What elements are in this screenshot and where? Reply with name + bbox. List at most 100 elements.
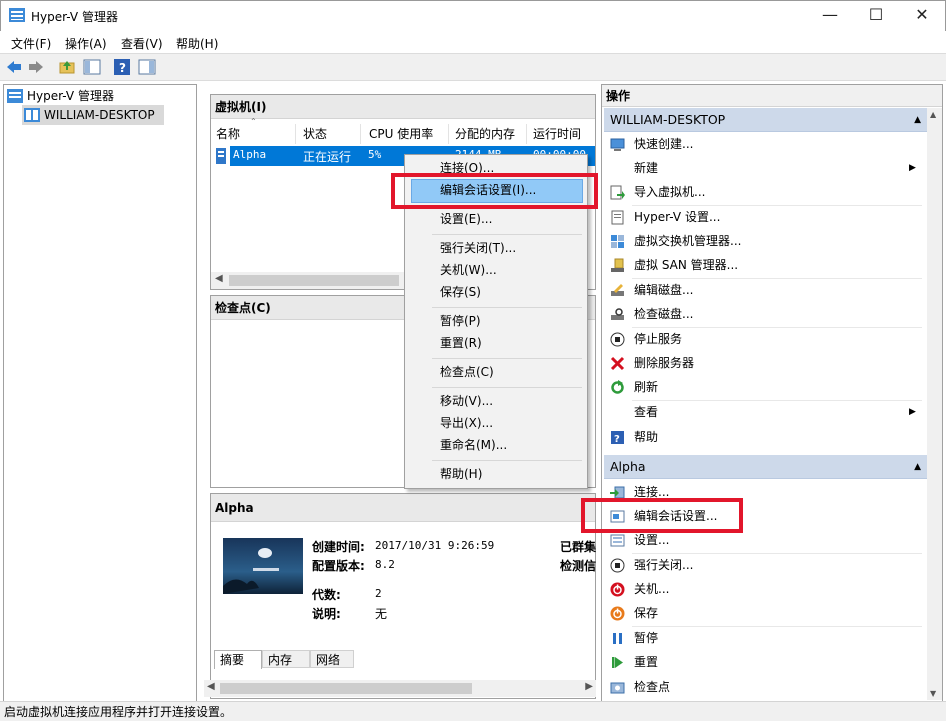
action-quick-create[interactable]: 快速创建... — [604, 132, 922, 156]
col-name[interactable]: 名称 — [212, 124, 296, 144]
svg-text:?: ? — [119, 61, 126, 75]
vm-row-cpu: 5% — [368, 148, 382, 161]
action-reset[interactable]: 重置 — [604, 650, 922, 674]
tab-summary[interactable]: 摘要 — [214, 650, 262, 669]
import-icon — [610, 184, 625, 200]
version-value: 8.2 — [375, 558, 395, 571]
heartbeat-label: 检测信 — [560, 559, 597, 573]
action-inspect-disk[interactable]: 检查磁盘... — [604, 302, 922, 326]
action-label: 检查点 — [634, 680, 671, 694]
menu-help[interactable]: 帮助(H) — [176, 35, 218, 52]
action-import-vm[interactable]: 导入虚拟机... — [604, 180, 922, 204]
navigation-tree — [3, 84, 197, 702]
back-arrow-icon[interactable] — [5, 58, 23, 76]
turn-off-icon — [610, 557, 625, 573]
tree-item-root[interactable]: Hyper-V 管理器 — [5, 86, 114, 106]
ctx-item-settings[interactable]: 设置(E)... — [440, 209, 492, 229]
action-new[interactable]: 新建 ▶ — [604, 156, 922, 180]
action-switch-manager[interactable]: 虚拟交换机管理器... — [604, 229, 922, 253]
svg-text:?: ? — [614, 434, 620, 445]
action-edit-disk[interactable]: 编辑磁盘... — [604, 278, 922, 302]
action-shutdown[interactable]: 关机... — [604, 577, 922, 601]
notes-value: 无 — [375, 607, 388, 621]
col-state[interactable]: 状态 — [299, 124, 361, 144]
submenu-arrow-icon: ▶ — [909, 163, 916, 173]
action-san-manager[interactable]: 虚拟 SAN 管理器... — [604, 253, 922, 277]
quick-create-icon — [610, 136, 625, 151]
folder-up-icon[interactable] — [58, 58, 76, 76]
shutdown-icon — [610, 581, 625, 597]
details-title: Alpha — [211, 494, 595, 522]
action-label: 停止服务 — [634, 332, 683, 346]
ctx-item-move[interactable]: 移动(V)... — [440, 391, 493, 411]
show-hide-action-pane-icon[interactable] — [138, 58, 156, 76]
reset-icon — [610, 654, 625, 669]
actions-title: 操作 — [602, 85, 942, 107]
ctx-item-checkpoint[interactable]: 检查点(C) — [440, 362, 494, 382]
close-button[interactable]: ✕ — [899, 0, 945, 30]
maximize-button[interactable]: ☐ — [853, 0, 899, 30]
action-help[interactable]: ? 帮助 — [604, 425, 922, 449]
ctx-item-help[interactable]: 帮助(H) — [440, 464, 482, 484]
action-turn-off[interactable]: 强行关闭... — [604, 553, 922, 577]
minimize-button[interactable]: — — [807, 0, 853, 30]
connect-icon — [610, 484, 625, 499]
actions-section-host[interactable]: WILLIAM-DESKTOP ▲ — [604, 108, 927, 132]
edit-disk-icon — [610, 282, 625, 297]
actions-section-vm[interactable]: Alpha ▲ — [604, 455, 927, 479]
action-view[interactable]: 查看 ▶ — [604, 400, 922, 424]
checkpoint-icon — [610, 679, 625, 694]
highlight-box-actions — [581, 498, 743, 533]
ctx-item-pause[interactable]: 暂停(P) — [440, 311, 481, 331]
ctx-separator — [432, 307, 582, 308]
action-label: 连接... — [634, 485, 670, 499]
host-section-label: WILLIAM-DESKTOP — [610, 112, 726, 127]
ctx-item-save[interactable]: 保存(S) — [440, 282, 481, 302]
action-pause[interactable]: 暂停 — [604, 626, 922, 650]
ctx-item-reset[interactable]: 重置(R) — [440, 333, 482, 353]
vm-thumbnail[interactable] — [223, 538, 303, 594]
action-label: 设置... — [634, 533, 670, 547]
action-label: 检查磁盘... — [634, 307, 694, 321]
col-memory[interactable]: 分配的内存 — [451, 124, 527, 144]
ctx-item-shutdown[interactable]: 关机(W)... — [440, 260, 497, 280]
ctx-item-rename[interactable]: 重命名(M)... — [440, 435, 507, 455]
window-title: Hyper-V 管理器 — [31, 10, 118, 24]
action-checkpoint[interactable]: 检查点 — [604, 675, 922, 699]
help-icon[interactable]: ? — [113, 58, 131, 76]
action-label: 保存 — [634, 606, 659, 620]
action-save[interactable]: 保存 — [604, 601, 922, 625]
actions-vscrollbar[interactable]: ▲ ▼ — [927, 108, 942, 700]
ctx-separator — [432, 358, 582, 359]
ctx-item-turn-off[interactable]: 强行关闭(T)... — [440, 238, 516, 258]
action-hyperv-settings[interactable]: Hyper-V 设置... — [604, 205, 922, 229]
vm-row-name: Alpha — [233, 148, 267, 161]
vm-panel-title: 虚拟机(I) — [211, 95, 595, 119]
col-uptime[interactable]: 运行时间 — [529, 124, 595, 144]
action-stop-service[interactable]: 停止服务 — [604, 327, 922, 351]
center-hscrollbar[interactable]: ◀ ▶ — [204, 680, 596, 697]
tab-network[interactable]: 网络 — [310, 650, 354, 668]
vm-hscrollbar[interactable]: ◀ — [211, 272, 405, 289]
tab-memory[interactable]: 内存 — [262, 650, 310, 668]
tree-root-label: Hyper-V 管理器 — [27, 89, 114, 103]
collapse-icon[interactable]: ▲ — [914, 108, 921, 132]
action-label: 新建 — [634, 161, 659, 175]
menu-file[interactable]: 文件(F) — [11, 35, 51, 52]
collapse-icon[interactable]: ▲ — [914, 455, 921, 479]
hyperv-app-icon — [9, 8, 25, 22]
action-remove-server[interactable]: 删除服务器 — [604, 351, 922, 375]
action-refresh[interactable]: 刷新 — [604, 375, 922, 399]
tree-item-host[interactable]: WILLIAM-DESKTOP — [22, 105, 164, 125]
menu-view[interactable]: 查看(V) — [121, 35, 163, 52]
generation-label: 代数: — [312, 588, 341, 602]
menu-action[interactable]: 操作(A) — [65, 35, 107, 52]
ctx-item-export[interactable]: 导出(X)... — [440, 413, 493, 433]
action-label: 导入虚拟机... — [634, 185, 706, 199]
forward-arrow-icon[interactable] — [27, 58, 45, 76]
created-label: 创建时间: — [312, 540, 365, 554]
col-cpu[interactable]: CPU 使用率 — [365, 124, 449, 144]
action-label: 查看 — [634, 405, 659, 419]
ctx-separator — [432, 234, 582, 235]
show-hide-tree-icon[interactable] — [83, 58, 101, 76]
